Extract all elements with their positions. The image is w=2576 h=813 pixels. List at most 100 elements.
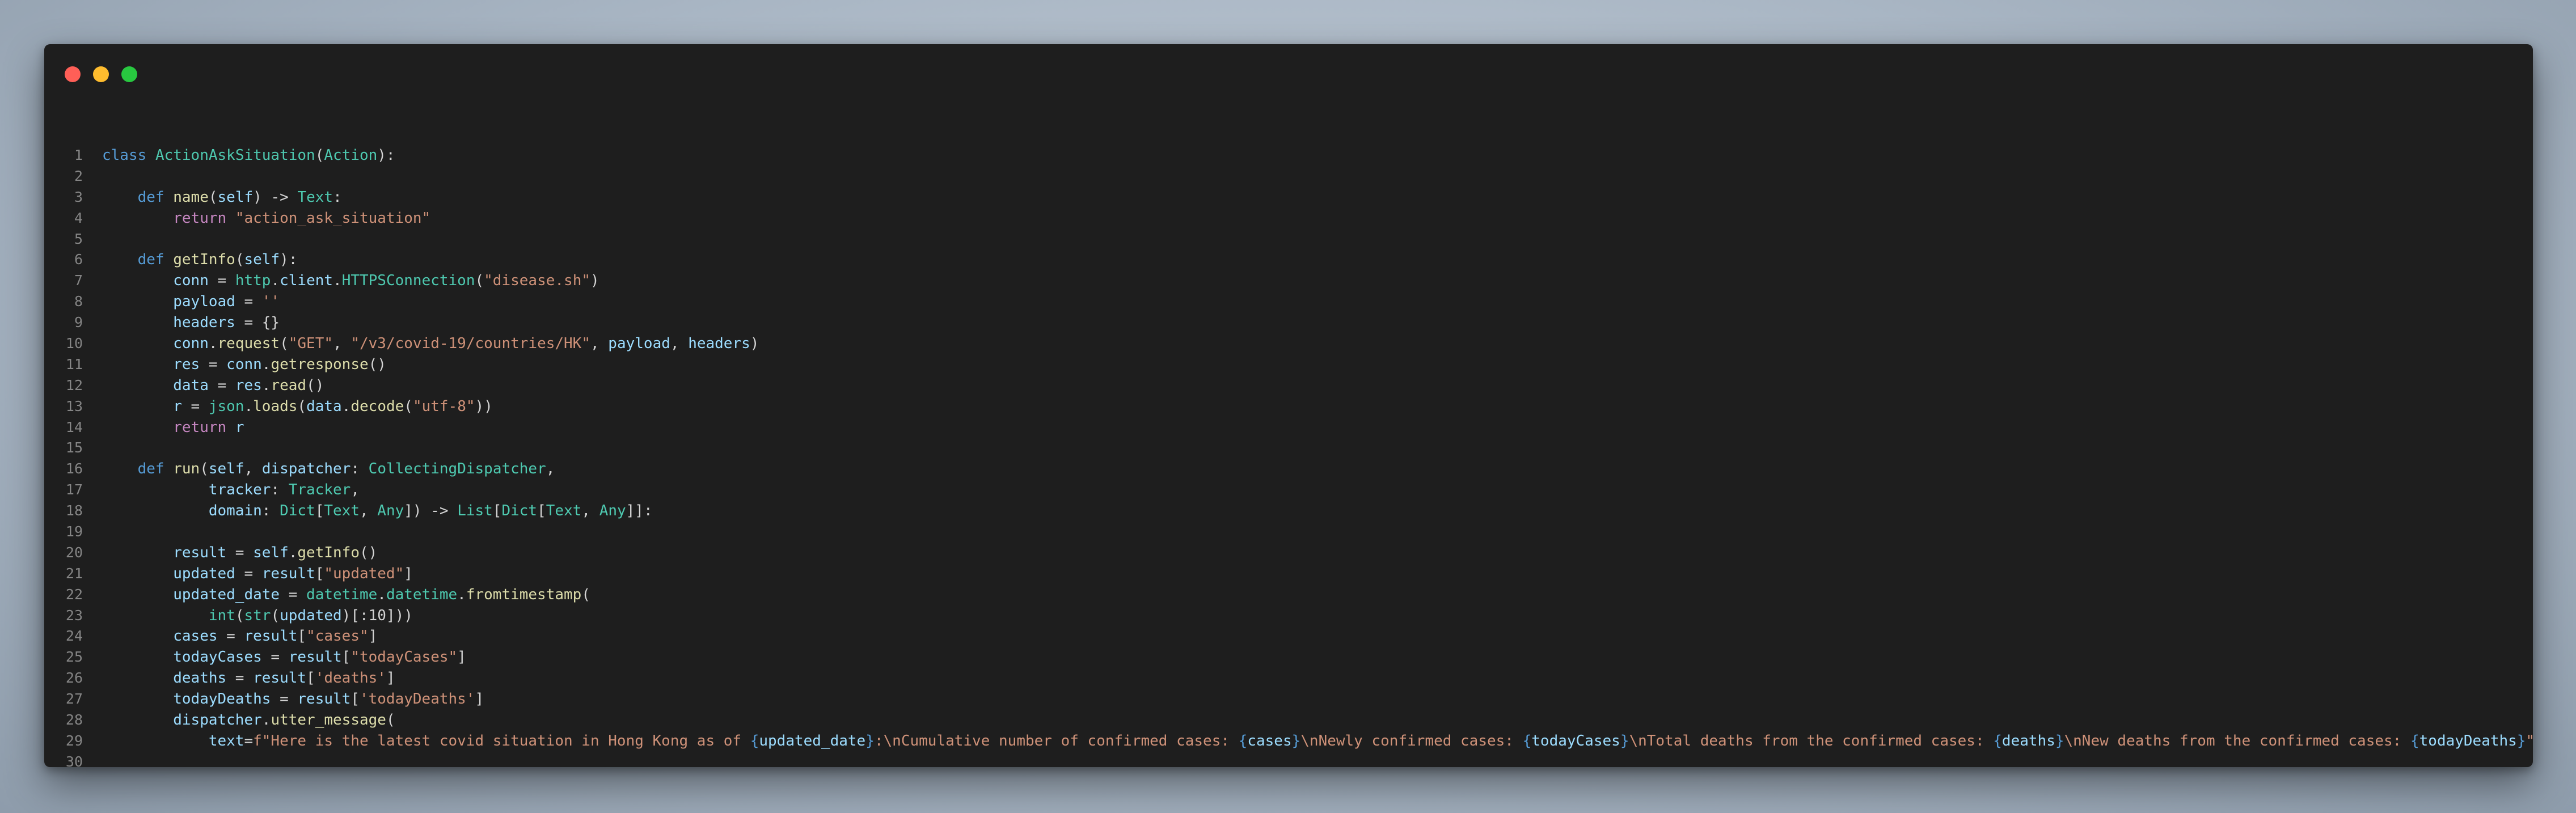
code-token: (: [297, 397, 307, 415]
line-source: def run(self, dispatcher: CollectingDisp…: [102, 459, 555, 480]
code-token: result: [253, 670, 307, 687]
code-token: \nNew deaths from the confirmed cases:: [2064, 732, 2410, 750]
code-token: read: [271, 376, 307, 394]
line-source: domain: Dict[Text, Any]) -> List[Dict[Te…: [102, 501, 653, 522]
line-number: 3: [74, 188, 83, 205]
code-token: "utf-8": [412, 397, 475, 415]
code-token: payload: [608, 335, 670, 353]
code-token: "disease.sh": [484, 272, 590, 290]
code-token: decode: [350, 397, 404, 415]
code-token: deaths: [173, 670, 227, 687]
line-number: 22: [65, 586, 83, 603]
minimize-button[interactable]: [93, 66, 109, 82]
code-token: conn: [173, 335, 209, 353]
code-token: datetime: [386, 586, 458, 603]
line-source: def name(self) -> Text:: [102, 187, 342, 208]
code-token: "/v3/covid-19/countries/HK": [350, 335, 590, 353]
code-token: ): [750, 335, 759, 353]
code-line: 5: [44, 229, 2533, 250]
code-token: def: [137, 251, 164, 269]
code-token: :: [350, 460, 369, 478]
code-token: }: [865, 732, 875, 750]
zoom-button[interactable]: [121, 66, 137, 82]
code-token: deaths: [2001, 732, 2055, 750]
line-source: cases = result["cases"]: [102, 626, 377, 647]
code-token: cases: [173, 628, 218, 645]
code-token: (: [235, 251, 244, 269]
code-line: 14 return r: [44, 417, 2533, 438]
code-line: 26 deaths = result['deaths']: [44, 668, 2533, 689]
code-line: 17 tracker: Tracker,: [44, 480, 2533, 501]
code-token: self: [244, 251, 280, 269]
line-number: 7: [74, 272, 83, 289]
code-token: }: [2055, 732, 2064, 750]
code-line: 11 res = conn.getresponse(): [44, 354, 2533, 375]
code-token: loads: [253, 397, 298, 415]
code-line: 18 domain: Dict[Text, Any]) -> List[Dict…: [44, 501, 2533, 522]
line-number: 16: [65, 460, 83, 477]
code-token: headers: [688, 335, 750, 353]
line-source: conn.request("GET", "/v3/covid-19/countr…: [102, 333, 759, 354]
line-source: return r: [102, 417, 244, 438]
code-token: Action: [324, 147, 378, 164]
code-token: return: [173, 418, 227, 436]
line-source: conn = http.client.HTTPSConnection("dise…: [102, 270, 599, 291]
code-token: .: [261, 712, 271, 729]
code-token: CollectingDispatcher: [368, 460, 546, 478]
line-number: 29: [65, 732, 83, 749]
line-source: return "action_ask_situation": [102, 208, 430, 229]
code-line: 24 cases = result["cases"]: [44, 626, 2533, 647]
code-token: Tracker: [288, 481, 351, 499]
code-token: ]]:: [626, 502, 653, 520]
code-token: .: [261, 376, 271, 394]
code-token: ]) ->: [404, 502, 458, 520]
code-token: def: [137, 460, 164, 478]
code-token: (: [208, 188, 218, 206]
code-token: getInfo: [297, 544, 360, 561]
close-button[interactable]: [65, 66, 81, 82]
code-window: 1 class ActionAskSituation(Action): 2 3 def…: [44, 44, 2533, 767]
window-titlebar: [44, 44, 2533, 101]
code-token: ,: [546, 460, 555, 478]
code-line: 23 int(str(updated)[:10])): [44, 605, 2533, 626]
code-editor: 1 class ActionAskSituation(Action): 2 3 def…: [44, 145, 2533, 767]
code-token: todayCases: [1531, 732, 1620, 750]
code-token: =: [226, 670, 254, 687]
code-token: :: [333, 188, 342, 206]
line-number: 17: [65, 481, 83, 498]
line-source: dispatcher.utter_message(: [102, 710, 395, 731]
code-token: 'todayDeaths': [359, 691, 475, 708]
code-token: result: [173, 544, 227, 561]
code-token: tracker: [208, 481, 271, 499]
line-number: 8: [74, 293, 83, 310]
code-token: res: [173, 355, 200, 373]
code-token: getresponse: [271, 355, 369, 373]
code-token: {: [2410, 732, 2419, 750]
code-token: =: [208, 376, 235, 394]
code-token: ]: [475, 691, 484, 708]
code-token: ,: [590, 335, 609, 353]
code-line: 21 updated = result["updated"]: [44, 564, 2533, 585]
code-token: getInfo: [173, 251, 235, 269]
code-token: payload: [173, 293, 235, 311]
code-token: (: [386, 712, 395, 729]
code-token: todayDeaths: [2419, 732, 2517, 750]
code-token: updated: [280, 607, 342, 624]
code-token: =: [244, 732, 254, 750]
code-token: self: [208, 460, 244, 478]
code-token: ,: [244, 460, 262, 478]
code-token: conn: [173, 272, 209, 290]
line-source: todayCases = result["todayCases"]: [102, 647, 466, 668]
line-number: 20: [65, 544, 83, 561]
code-token: }: [1620, 732, 1629, 750]
code-token: json: [208, 397, 244, 415]
code-token: ,: [333, 335, 351, 353]
